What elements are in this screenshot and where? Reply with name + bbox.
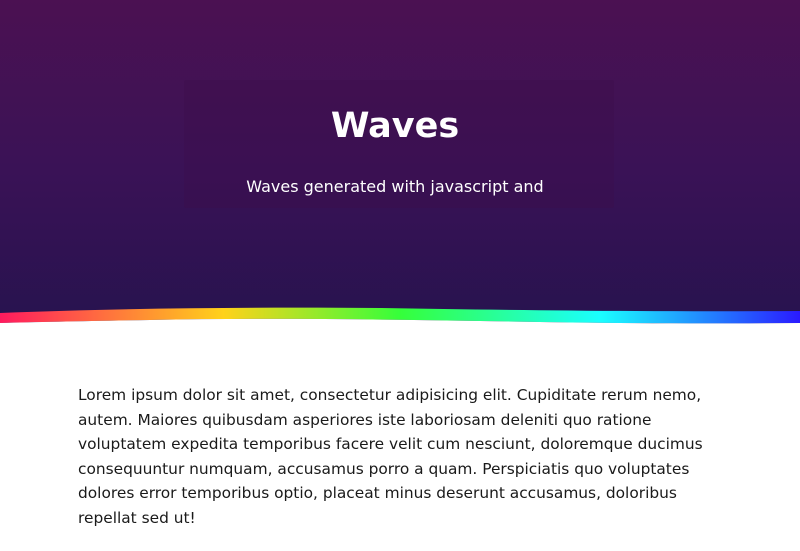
hero-section: Waves Waves generated with javascript an… [0, 0, 800, 340]
lorem-paragraph: Lorem ipsum dolor sit amet, consectetur … [78, 386, 703, 527]
rainbow-wave-divider [0, 307, 800, 356]
wave-white-fill [0, 318, 800, 356]
hero-title: Waves [330, 106, 460, 146]
hero-subtitle: Waves generated with javascript and [246, 177, 544, 196]
